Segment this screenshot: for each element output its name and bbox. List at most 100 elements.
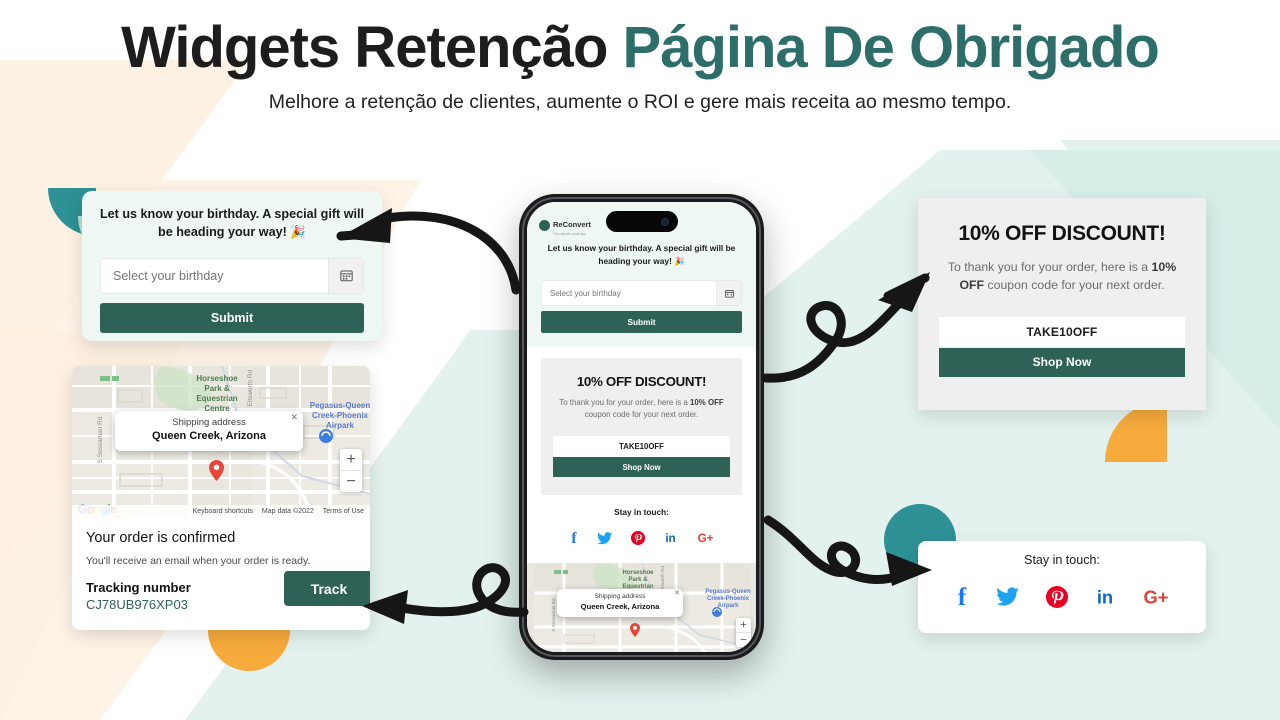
close-icon[interactable]: ✕ (290, 412, 298, 423)
phone-birthday-submit-button[interactable]: Submit (541, 311, 742, 334)
camera-icon (660, 217, 669, 226)
order-confirm-title: Your order is confirmed (86, 530, 236, 546)
phone-social-title: Stay in touch: (614, 507, 669, 518)
phone-coupon-code[interactable]: TAKE10OFF (553, 435, 730, 457)
facebook-icon[interactable]: f (569, 529, 579, 552)
pinterest-icon[interactable] (1046, 586, 1068, 608)
svg-text:S Sossaman Rd: S Sossaman Rd (97, 416, 104, 463)
svg-text:G+: G+ (697, 532, 713, 545)
phone-screen: ReConvert The ultimate upsell app Let us… (527, 202, 756, 652)
map-zoom-in-button[interactable]: + (340, 449, 362, 471)
shipping-map[interactable]: Horseshoe Park & Equestrian Centre Pegas… (72, 366, 370, 518)
svg-text:Ellsworth Rd: Ellsworth Rd (660, 566, 665, 592)
poster-stage: Widgets Retenção Página De Obrigado Melh… (0, 0, 1280, 720)
social-widget-card: Stay in touch: f in G+ (918, 541, 1206, 633)
shipping-address-popup: ✕ Shipping address Queen Creek, Arizona (115, 411, 303, 451)
svg-text:G+: G+ (1144, 586, 1169, 607)
phone-frame: ReConvert The ultimate upsell app Let us… (519, 194, 764, 660)
svg-text:S Sossaman Rd: S Sossaman Rd (551, 598, 556, 632)
birthday-submit-button[interactable]: Submit (100, 302, 364, 333)
phone-birthday-input-group[interactable] (541, 280, 742, 307)
phone-shipping-map[interactable]: Horseshoe Park & Equestrian Centre Pegas… (527, 563, 756, 652)
page-title-accent: Página De Obrigado (622, 15, 1160, 80)
twitter-icon[interactable] (596, 531, 613, 551)
order-confirm-subtitle: You'll receive an email when your order … (86, 555, 311, 567)
social-title: Stay in touch: (1024, 553, 1100, 567)
phone-birthday-input[interactable] (542, 282, 716, 305)
map-terms-link[interactable]: Terms of Use (323, 508, 364, 515)
map-zoom-controls[interactable]: + − (340, 449, 362, 492)
twitter-icon[interactable] (996, 586, 1020, 608)
svg-text:Creek-Phoenix: Creek-Phoenix (312, 411, 369, 420)
phone-social-icon-row: f in G+ (527, 529, 756, 552)
phone-notch (605, 211, 678, 232)
discount-title: 10% OFF DISCOUNT! (958, 222, 1166, 245)
linkedin-icon[interactable]: in (663, 531, 678, 550)
googleplus-icon[interactable]: G+ (696, 531, 715, 550)
svg-text:Horseshoe: Horseshoe (622, 570, 654, 576)
calendar-icon[interactable] (328, 258, 363, 293)
phone-shop-now-button[interactable]: Shop Now (553, 457, 730, 478)
social-icon-row: f in G+ (918, 584, 1206, 611)
phone-discount-subtitle-post: coupon code for your next order. (584, 410, 699, 420)
reconvert-logo-tagline: The ultimate upsell app (553, 232, 586, 236)
phone-popup-value: Queen Creek, Arizona (580, 602, 660, 612)
map-keyboard-shortcuts[interactable]: Keyboard shortcuts (193, 508, 253, 515)
discount-widget-card: 10% OFF DISCOUNT! To thank you for your … (918, 198, 1206, 410)
reconvert-logo-mark (539, 219, 550, 231)
map-attribution: Keyboard shortcuts Map data ©2022 Terms … (72, 505, 370, 518)
map-zoom-out-button[interactable]: − (340, 471, 362, 492)
svg-text:Equestrian: Equestrian (196, 394, 237, 403)
svg-text:Park &: Park & (204, 384, 230, 393)
svg-text:Horseshoe: Horseshoe (196, 374, 238, 383)
page-subtitle: Melhore a retenção de clientes, aumente … (268, 90, 1012, 113)
phone-discount-subtitle-bold: 10% OFF (689, 398, 724, 408)
googleplus-icon[interactable]: G+ (1142, 586, 1170, 608)
svg-text:in: in (665, 532, 675, 545)
discount-subtitle-post: coupon code for your next order. (984, 278, 1165, 293)
svg-text:Ellsworth Rd: Ellsworth Rd (247, 369, 254, 406)
order-confirmation-card: Horseshoe Park & Equestrian Centre Pegas… (72, 366, 370, 630)
linkedin-icon[interactable]: in (1094, 586, 1116, 608)
map-data-credit: Map data ©2022 (261, 508, 314, 515)
discount-subtitle-pre: To thank you for your order, here is a (947, 260, 1152, 274)
close-icon[interactable]: ✕ (674, 589, 680, 597)
svg-text:Creek-Phoenix: Creek-Phoenix (707, 596, 750, 602)
svg-text:Airpark: Airpark (326, 421, 355, 430)
phone-discount-subtitle: To thank you for your order, here is a 1… (553, 397, 730, 422)
birthday-input-group[interactable] (100, 257, 364, 294)
phone-map-zoom-controls[interactable]: + − (736, 618, 751, 648)
svg-text:f: f (958, 584, 967, 610)
svg-text:Airpark: Airpark (717, 603, 739, 609)
page-title-plain: Widgets Retenção (121, 15, 623, 80)
phone-discount-title: 10% OFF DISCOUNT! (576, 374, 707, 390)
svg-text:f: f (571, 530, 577, 547)
map-pin-icon (630, 623, 641, 642)
coupon-code[interactable]: TAKE10OFF (939, 316, 1185, 347)
birthday-input[interactable] (101, 259, 328, 292)
poster-header: Widgets Retenção Página De Obrigado Melh… (0, 0, 1280, 114)
phone-discount-subtitle-pre: To thank you for your order, here is a (559, 398, 690, 408)
iphone-mockup: ReConvert The ultimate upsell app Let us… (519, 194, 764, 660)
svg-text:in: in (1097, 586, 1113, 607)
popup-value: Queen Creek, Arizona (152, 430, 266, 442)
phone-popup-label: Shipping address (594, 593, 646, 601)
facebook-icon[interactable]: f (954, 584, 970, 611)
popup-label: Shipping address (172, 417, 246, 428)
reconvert-logo: ReConvert The ultimate upsell app (539, 214, 591, 236)
phone-discount-section: 10% OFF DISCOUNT! To thank you for your … (541, 358, 742, 496)
shop-now-button[interactable]: Shop Now (939, 347, 1185, 377)
svg-text:Park &: Park & (628, 577, 648, 583)
discount-subtitle: To thank you for your order, here is a 1… (940, 258, 1184, 295)
phone-shipping-address-popup: ✕ Shipping address Queen Creek, Arizona (557, 589, 683, 618)
phone-map-zoom-out-button[interactable]: − (736, 633, 751, 647)
reconvert-logo-name: ReConvert (553, 220, 591, 229)
phone-birthday-message: Let us know your birthday. A special gif… (547, 243, 736, 266)
page-title: Widgets Retenção Página De Obrigado (0, 0, 1280, 79)
birthday-message: Let us know your birthday. A special gif… (99, 207, 365, 240)
svg-text:Pegasus-Queen: Pegasus-Queen (310, 401, 370, 410)
calendar-icon[interactable] (716, 281, 741, 306)
pinterest-icon[interactable] (630, 531, 645, 550)
phone-map-zoom-in-button[interactable]: + (736, 618, 751, 634)
track-button[interactable]: Track (284, 571, 370, 606)
